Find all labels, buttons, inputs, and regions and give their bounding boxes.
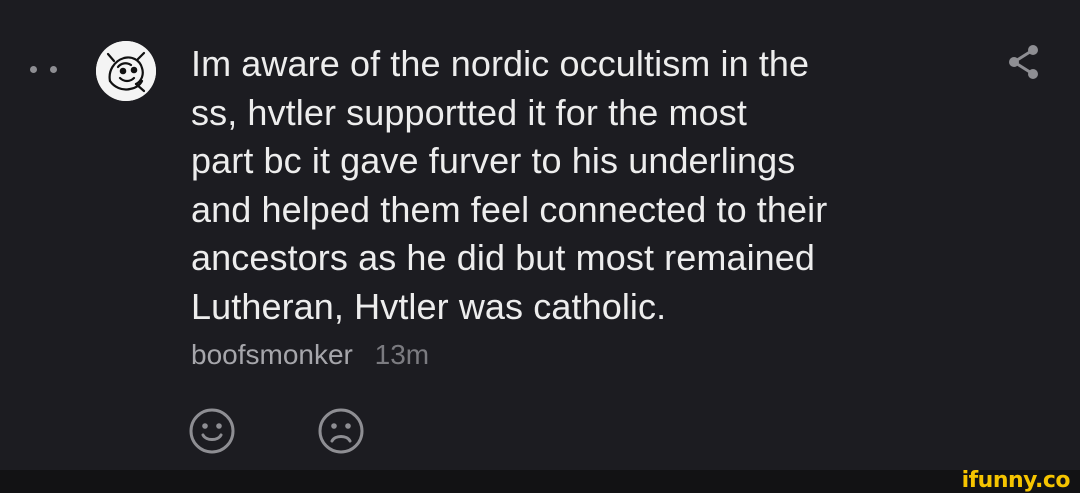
avatar-image xyxy=(96,41,156,101)
comment-line: and helped them feel connected to their xyxy=(191,188,828,230)
comment-line: ancestors as he did but most remained xyxy=(191,237,816,278)
comment-line: Lutheran, Hvtler was catholic. xyxy=(191,285,667,327)
dot xyxy=(30,66,37,73)
watermark-bar: ifunny.co xyxy=(0,468,1080,493)
dot xyxy=(50,66,57,73)
timestamp: 13m xyxy=(374,339,430,370)
comment-text: Im aware of the nordic occultism in the … xyxy=(191,40,971,331)
avatar[interactable] xyxy=(96,41,156,101)
sad-face-icon[interactable] xyxy=(316,406,366,456)
smiley-face-icon[interactable] xyxy=(187,406,237,456)
ifunny-watermark: ifunny.co xyxy=(961,468,1071,493)
comment-line: part bc it gave furver to his underlings xyxy=(191,140,796,181)
comment-meta: boofsmonker 13m xyxy=(191,337,429,373)
share-icon[interactable] xyxy=(1007,44,1041,80)
comment-line: ss, hvtler supportted it for the most xyxy=(191,91,747,133)
comment-line: Im aware of the nordic occultism in the xyxy=(191,43,810,84)
more-dots-icon[interactable] xyxy=(30,66,57,73)
username-link[interactable]: boofsmonker xyxy=(191,339,353,370)
